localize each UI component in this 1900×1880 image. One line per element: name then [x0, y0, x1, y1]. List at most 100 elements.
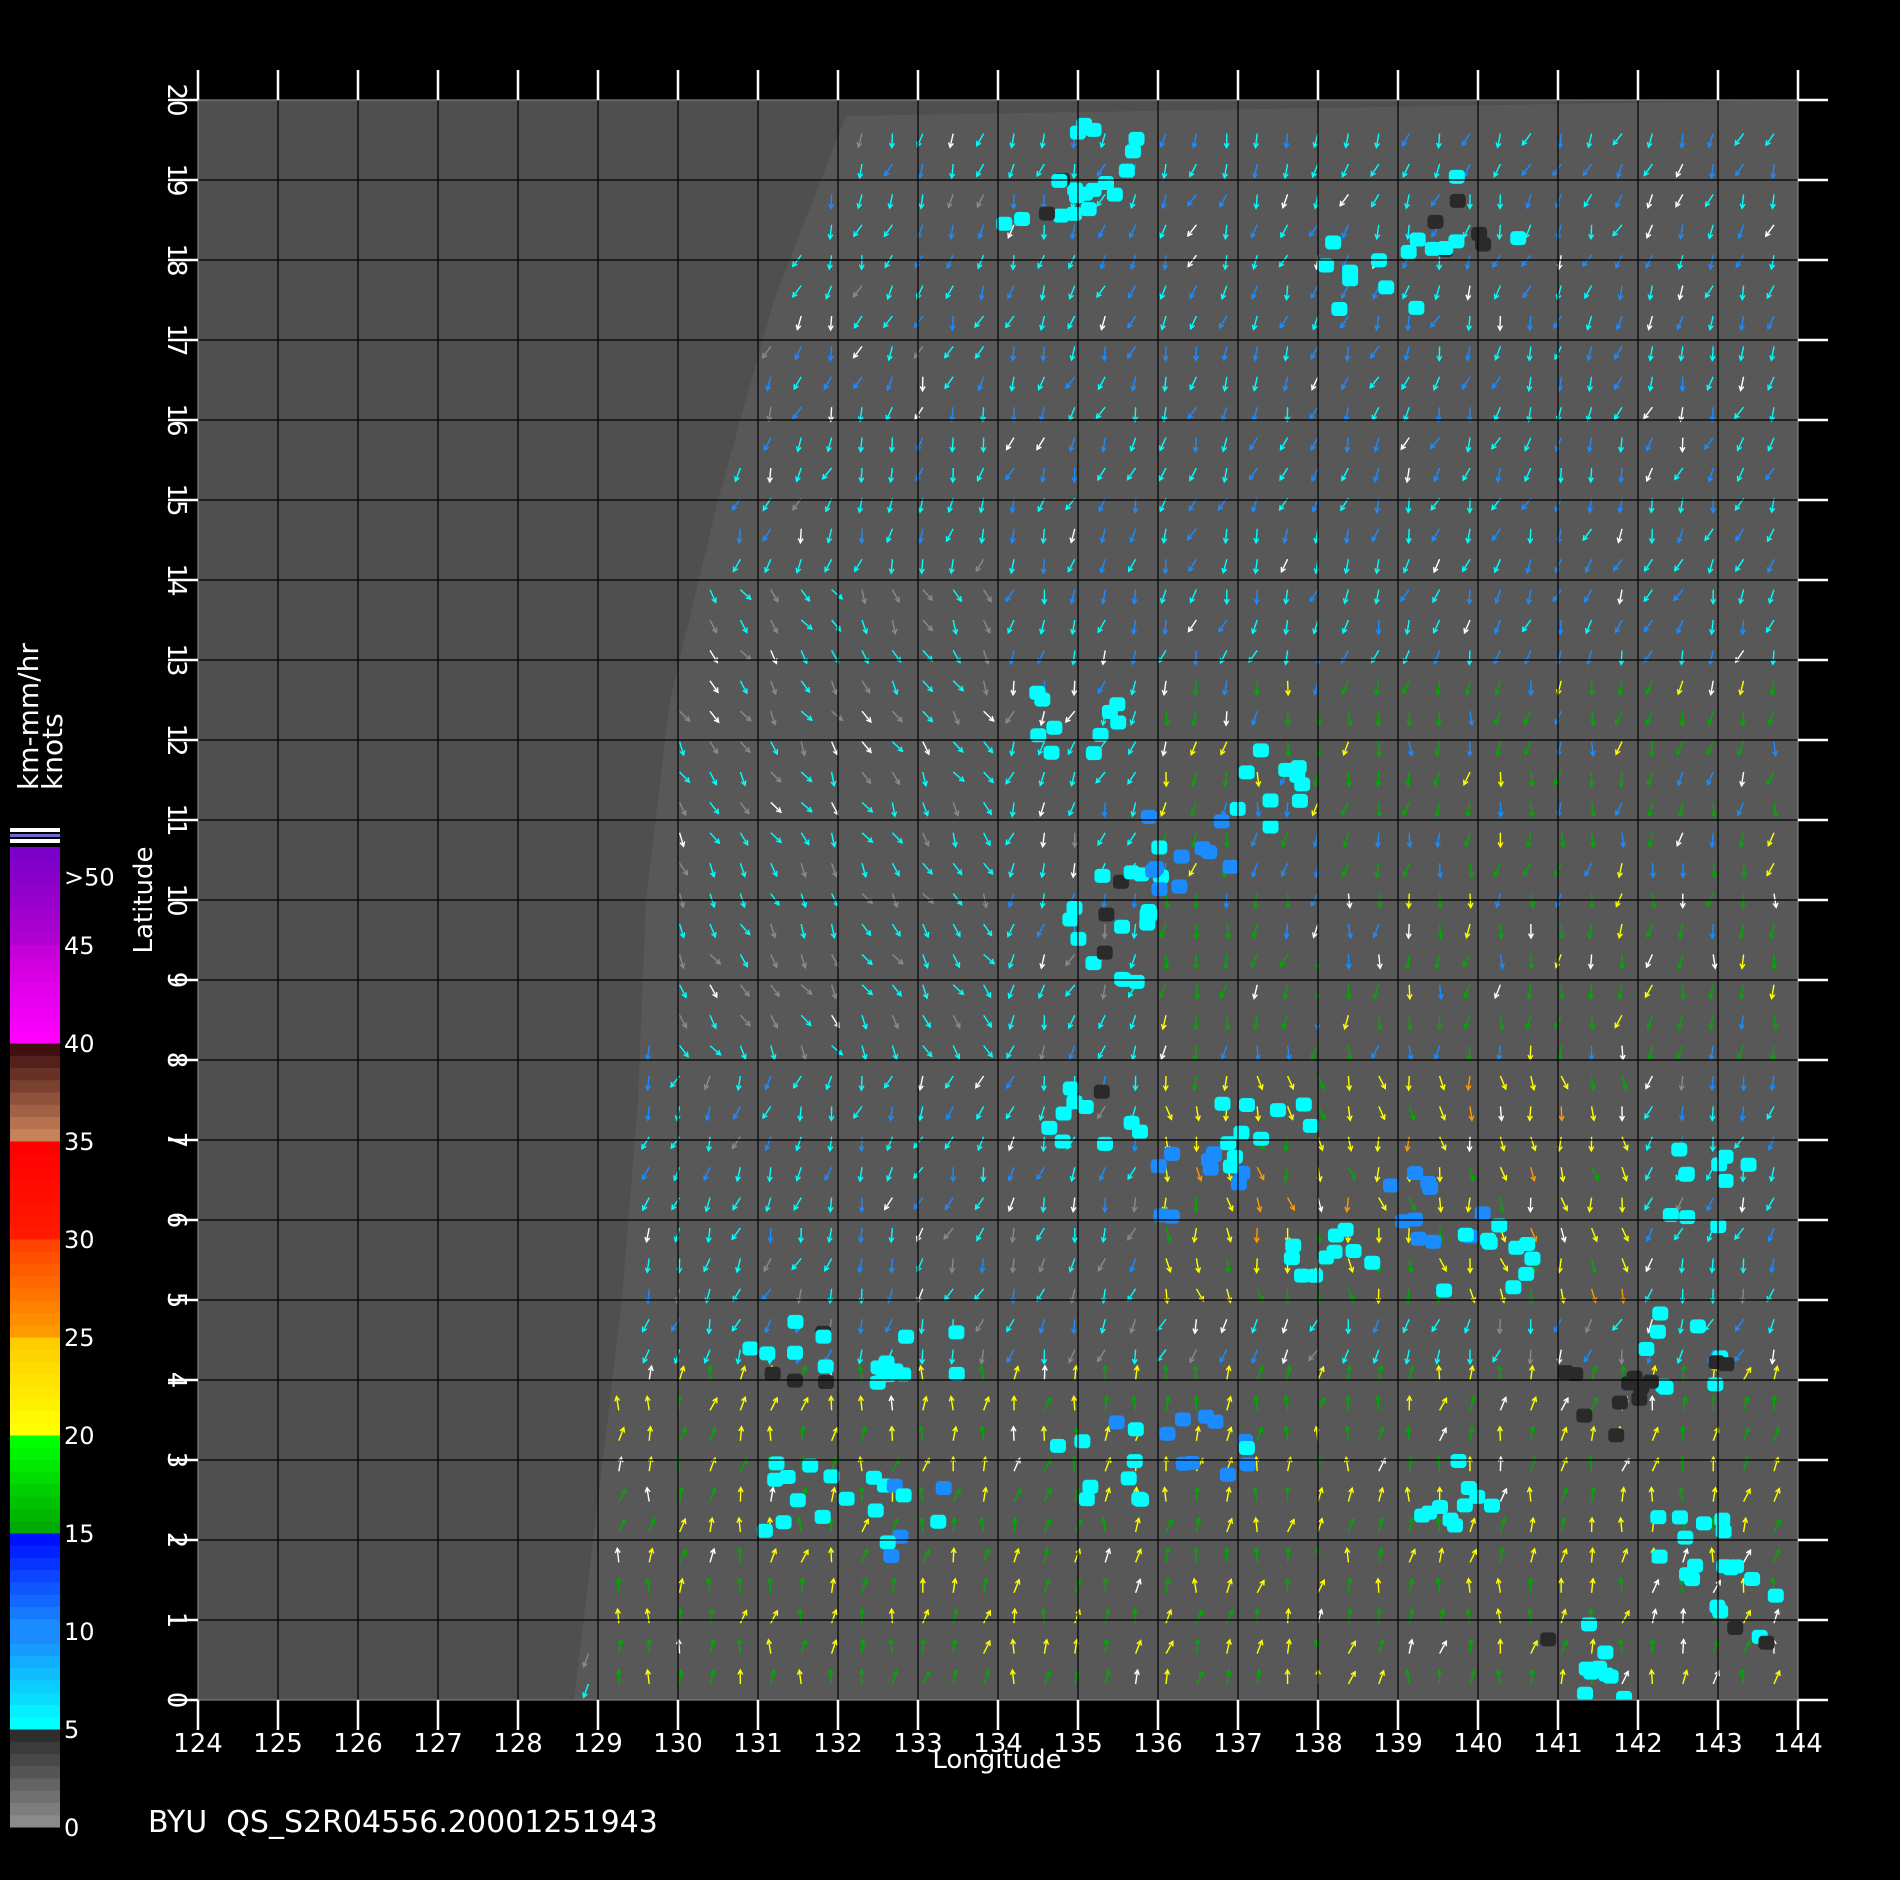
rain-cell — [1133, 1492, 1150, 1507]
colorbar-step — [10, 1753, 60, 1767]
x-tick-label: 131 — [733, 1729, 783, 1759]
rain-cell — [1269, 1103, 1286, 1118]
colorbar-tick-label: 40 — [64, 1030, 95, 1058]
rain-cell — [1650, 1510, 1667, 1525]
colorbar-tick-label: 0 — [64, 1814, 79, 1842]
y-tick-label: 10 — [161, 883, 191, 916]
colorbar-step — [10, 945, 60, 958]
colorbar-step — [10, 1067, 60, 1081]
colorbar-step — [10, 1765, 60, 1779]
colorbar-step — [10, 1569, 60, 1583]
rain-cell — [1289, 768, 1306, 783]
rain-cell — [895, 1488, 912, 1503]
rain-cell — [1029, 685, 1046, 700]
rain-cell — [1442, 1512, 1459, 1527]
rain-cell — [1141, 907, 1158, 922]
rain-cell — [1094, 868, 1111, 883]
rain-cell — [1695, 1516, 1712, 1531]
rain-cell — [1085, 746, 1102, 761]
rain-cell — [1220, 1136, 1237, 1151]
colorbar-step — [10, 1288, 60, 1301]
rain-cell — [870, 1360, 887, 1375]
colorbar-step — [10, 1079, 60, 1093]
rain-cell — [1331, 302, 1348, 317]
rain-cell — [1038, 206, 1055, 221]
rain-cell — [1080, 202, 1097, 217]
rain-cell — [1671, 1142, 1688, 1157]
y-tick-label: 11 — [161, 803, 191, 836]
y-tick-label: 18 — [161, 243, 191, 276]
rain-cell — [1474, 1206, 1491, 1221]
rain-cell — [1123, 865, 1140, 880]
rain-cell — [1651, 1549, 1668, 1564]
rain-cell — [814, 1509, 831, 1524]
rain-cell — [1262, 793, 1279, 808]
x-tick-label: 124 — [173, 1729, 223, 1759]
colorbar-step — [10, 1226, 60, 1240]
rain-cell — [1448, 169, 1465, 184]
rain-cell — [1077, 186, 1094, 201]
rain-cell — [1205, 1146, 1222, 1161]
rain-cell — [1345, 1244, 1362, 1259]
x-tick-label: 138 — [1293, 1729, 1343, 1759]
colorbar-step — [10, 1165, 60, 1179]
colorbar-step — [10, 1643, 60, 1656]
colorbar-step — [10, 1508, 60, 1522]
rain-cell — [1098, 907, 1115, 922]
x-tick-label: 141 — [1533, 1729, 1583, 1759]
x-tick-label: 137 — [1213, 1729, 1263, 1759]
wind-vector — [1682, 984, 1685, 999]
rain-cell — [1424, 241, 1441, 256]
colorbar-tick-label: 20 — [64, 1422, 95, 1450]
rain-cell — [1222, 1159, 1239, 1174]
colorbar-step — [10, 1790, 60, 1803]
y-tick-label: 12 — [161, 723, 191, 756]
x-tick-label: 127 — [413, 1729, 463, 1759]
colorbar-step — [10, 1263, 60, 1277]
rain-cell — [1638, 1342, 1655, 1357]
rain-cell — [1126, 1454, 1143, 1469]
rain-cell — [1708, 1355, 1725, 1370]
rain-cell — [1557, 1365, 1574, 1380]
colorbar-step — [10, 994, 60, 1007]
rain-cell — [1175, 1456, 1192, 1471]
rain-cell — [1598, 1667, 1615, 1682]
rain-cell — [1649, 1324, 1666, 1339]
rain-cell — [1283, 1251, 1300, 1266]
colorbar-header-stripes — [10, 828, 60, 843]
colorbar-step — [10, 883, 60, 897]
rain-cell — [996, 216, 1013, 231]
colorbar-step — [10, 1141, 60, 1154]
rain-cell — [935, 1481, 952, 1496]
colorbar-step — [10, 1092, 60, 1105]
colorbar-step — [10, 1104, 60, 1117]
colorbar-step — [10, 1778, 60, 1791]
x-axis-label: Longitude — [932, 1745, 1061, 1775]
x-tick-label: 126 — [333, 1729, 383, 1759]
rain-cell — [1207, 1414, 1224, 1429]
rain-cell — [1124, 144, 1141, 159]
rain-cell — [1043, 745, 1060, 760]
rain-cell — [1510, 231, 1527, 246]
rain-cell — [1233, 1125, 1250, 1140]
colorbar-step — [10, 1667, 60, 1681]
rain-cell — [898, 1329, 915, 1344]
y-tick-label: 4 — [161, 1372, 191, 1389]
rain-cell — [1041, 1120, 1058, 1135]
rain-cell — [1631, 1391, 1648, 1406]
rain-cell — [1505, 1280, 1522, 1295]
rain-cell — [764, 1366, 781, 1381]
colorbar-step — [10, 908, 60, 921]
rain-cell — [1150, 1159, 1167, 1174]
rain-cell — [1425, 1234, 1442, 1249]
colorbar-tick-label: 45 — [64, 932, 95, 960]
rain-cell — [1409, 232, 1426, 247]
rain-cell — [1407, 1166, 1424, 1181]
rain-cell — [1238, 765, 1255, 780]
rain-cell — [1457, 1227, 1474, 1242]
y-tick-label: 1 — [161, 1612, 191, 1629]
colorbar-step — [10, 981, 60, 995]
colorbar-step — [10, 1410, 60, 1424]
colorbar-tick-label: 15 — [64, 1520, 95, 1548]
colorbar-step — [10, 1043, 60, 1056]
